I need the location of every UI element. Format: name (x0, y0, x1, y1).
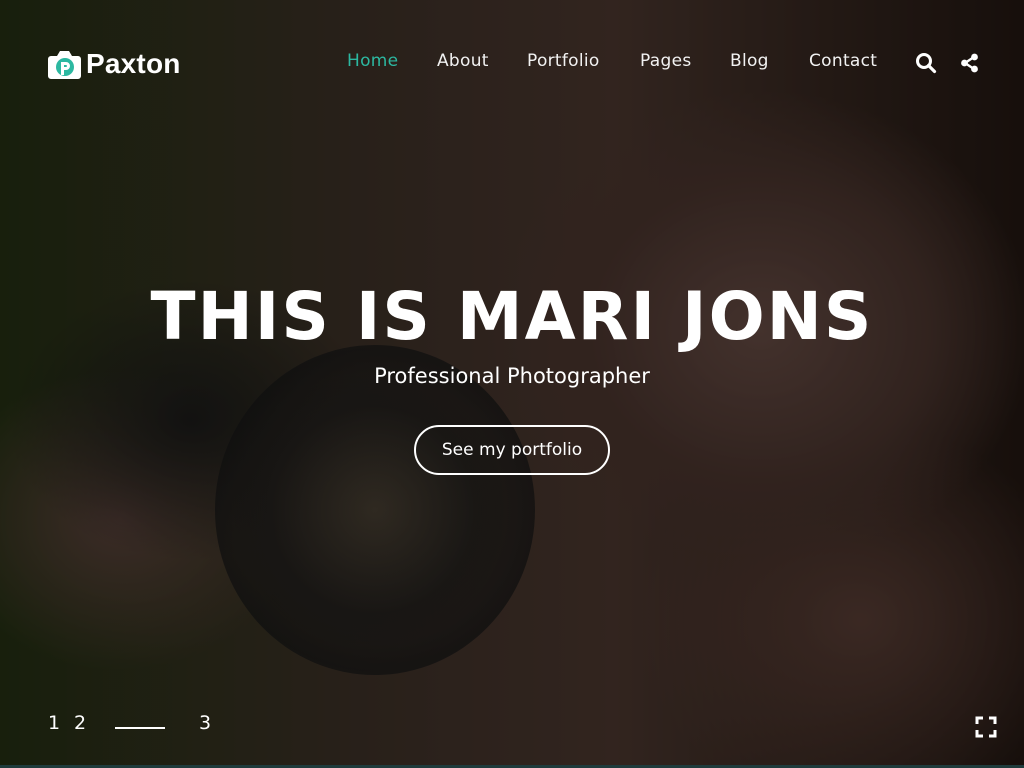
nav-item-contact[interactable]: Contact (809, 51, 877, 71)
site-header: Paxton Home About Portfolio Pages Blog C… (0, 0, 1024, 124)
slider-pagination: 1 2 3 (0, 712, 260, 736)
fullscreen-icon[interactable] (975, 716, 997, 738)
nav-item-pages[interactable]: Pages (640, 51, 692, 71)
search-icon[interactable] (915, 52, 937, 74)
brand-logo-link[interactable]: Paxton (47, 48, 181, 80)
slider-page-3[interactable]: 3 (199, 712, 211, 734)
slider-page-2[interactable]: 2 (74, 712, 86, 734)
see-portfolio-button[interactable]: See my portfolio (414, 425, 610, 475)
slider-page-1[interactable]: 1 (48, 712, 60, 734)
hero-title: THIS IS MARI JONS (150, 278, 874, 355)
slider-progress-line (115, 727, 165, 729)
nav-item-about[interactable]: About (437, 51, 489, 71)
nav-item-portfolio[interactable]: Portfolio (527, 51, 600, 71)
share-icon[interactable] (959, 52, 981, 74)
nav-item-home[interactable]: Home (347, 51, 398, 71)
brand-name: Paxton (86, 48, 181, 79)
camera-lens-shape (215, 345, 535, 675)
nav-item-blog[interactable]: Blog (730, 51, 769, 71)
camera-logo-icon (47, 49, 82, 80)
hero-subtitle: Professional Photographer (374, 364, 650, 388)
